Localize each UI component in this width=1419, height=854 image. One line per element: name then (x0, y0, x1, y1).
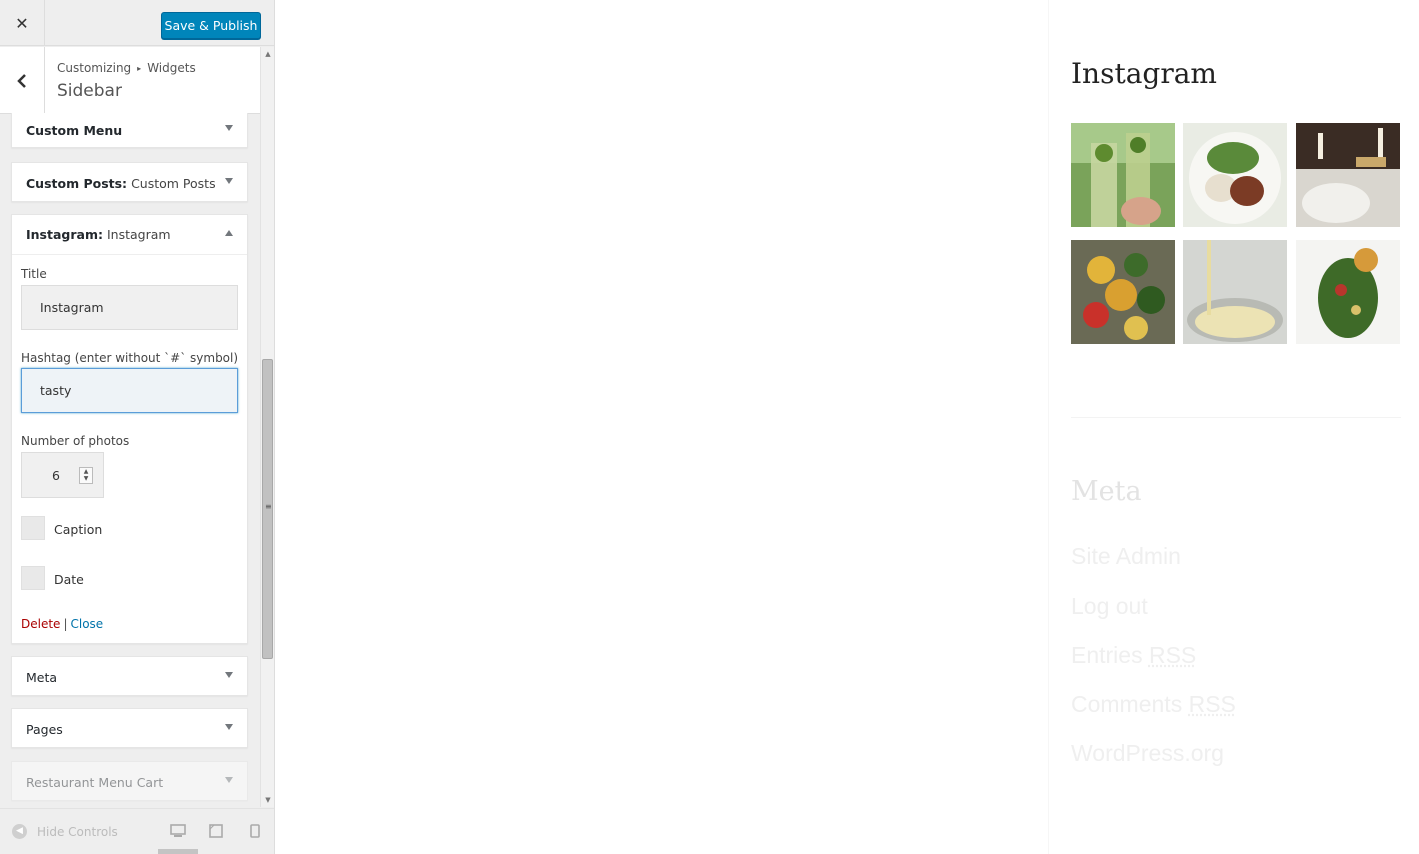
chevron-down-icon[interactable] (225, 178, 233, 184)
instagram-photo[interactable] (1296, 240, 1400, 344)
mobile-preview-icon[interactable] (250, 824, 260, 838)
meta-widget-title: Meta (1071, 476, 1142, 507)
widget-title: Instagram: (26, 227, 103, 242)
instagram-photo[interactable] (1183, 123, 1287, 227)
meta-link-log-out[interactable]: Log out (1071, 593, 1148, 620)
instagram-photo[interactable] (1183, 240, 1287, 344)
section-title: Sidebar (57, 81, 122, 101)
breadcrumb: Customizing ▸ Widgets (57, 61, 196, 75)
customizer-header: ✕ Save & Publish (0, 0, 274, 46)
widget-title: Custom Posts: (26, 175, 128, 191)
caption-label: Caption (54, 522, 103, 537)
delete-link[interactable]: Delete (21, 617, 60, 631)
chevron-down-icon[interactable] (225, 724, 233, 730)
widget-title: Meta (26, 669, 58, 685)
photos-count-input[interactable]: 6 ▲ ▼ (21, 452, 104, 498)
spinner-arrows-icon[interactable]: ▲ ▼ (79, 467, 93, 484)
photos-count-label: Number of photos (21, 434, 130, 448)
widget-title: Restaurant Menu Cart (26, 774, 164, 790)
tablet-preview-icon[interactable] (209, 824, 223, 838)
widget-restaurant-menu-cart[interactable]: Restaurant Menu Cart (11, 761, 248, 801)
meta-link-site-admin[interactable]: Site Admin (1071, 543, 1181, 570)
instagram-photo[interactable] (1296, 123, 1400, 227)
customizer-panel: ✕ Save & Publish Customizing ▸ Widgets Sid… (0, 0, 275, 854)
grip-icon: ≡ (265, 502, 272, 511)
date-checkbox[interactable] (21, 566, 45, 590)
meta-link-comments-rss[interactable]: Comments RSS (1071, 691, 1236, 718)
widget-header[interactable]: Instagram: Instagram (12, 215, 247, 255)
chevron-down-icon[interactable] (225, 672, 233, 678)
instagram-photo[interactable] (1071, 240, 1175, 344)
widget-pages[interactable]: Pages (11, 708, 248, 748)
close-link[interactable]: Close (70, 617, 103, 631)
scrollbar[interactable]: ▲ ≡ ▼ (260, 47, 274, 807)
close-customizer-button[interactable]: ✕ (0, 0, 45, 46)
save-publish-button[interactable]: Save & Publish (161, 12, 261, 39)
scroll-indicator (158, 849, 198, 854)
title-input[interactable]: Instagram (21, 285, 238, 330)
instagram-widget-title: Instagram (1071, 57, 1217, 90)
section-header: Customizing ▸ Widgets Sidebar (0, 47, 260, 114)
breadcrumb-separator-icon: ▸ (137, 64, 142, 73)
widget-subtitle: Custom Posts (131, 175, 216, 191)
widget-custom-menu[interactable]: Custom Menu (11, 113, 248, 148)
close-icon: ✕ (15, 13, 29, 33)
widget-title: Custom Menu (26, 123, 123, 138)
widget-title: Pages (26, 721, 63, 737)
instagram-photo[interactable] (1071, 123, 1175, 227)
action-separator: | (63, 617, 68, 631)
chevron-left-icon (17, 73, 26, 88)
widget-actions: Delete | Close (21, 617, 103, 631)
photos-count-value: 6 (52, 468, 60, 483)
breadcrumb-parent: Customizing (57, 61, 132, 75)
scrollbar-thumb[interactable]: ≡ (262, 359, 273, 659)
hashtag-label: Hashtag (enter without `#` symbol) (21, 351, 239, 365)
chevron-down-icon[interactable] (225, 125, 233, 131)
widget-header[interactable]: Restaurant Menu Cart (12, 762, 247, 802)
back-button[interactable] (0, 47, 45, 114)
date-label: Date (54, 572, 84, 587)
customizer-footer: ◀ Hide Controls (0, 808, 274, 854)
widget-instagram: Instagram: Instagram Title Instagram Has… (11, 214, 248, 644)
widget-header[interactable]: Pages (12, 709, 247, 749)
scroll-down-icon[interactable]: ▼ (261, 793, 274, 807)
chevron-up-icon[interactable] (225, 230, 233, 236)
widget-subtitle: Instagram (106, 227, 171, 242)
widget-divider (1071, 417, 1401, 418)
scroll-up-icon[interactable]: ▲ (261, 47, 274, 61)
chevron-down-icon[interactable] (225, 777, 233, 783)
widget-header[interactable]: Meta (12, 657, 247, 697)
widget-meta[interactable]: Meta (11, 656, 248, 696)
desktop-preview-icon[interactable] (170, 824, 186, 838)
title-label: Title (21, 267, 47, 281)
hashtag-input[interactable]: tasty (21, 368, 238, 413)
collapse-icon[interactable]: ◀ (12, 824, 27, 839)
caption-checkbox[interactable] (21, 516, 45, 540)
widget-header[interactable]: Custom Menu (12, 113, 247, 148)
meta-link-entries-rss[interactable]: Entries RSS (1071, 642, 1196, 669)
meta-link-wordpress[interactable]: WordPress.org (1071, 740, 1224, 767)
widget-header[interactable]: Custom Posts: Custom Posts (12, 163, 247, 203)
breadcrumb-child: Widgets (147, 61, 196, 75)
widget-custom-posts[interactable]: Custom Posts: Custom Posts (11, 162, 248, 202)
hide-controls-button[interactable]: Hide Controls (37, 825, 118, 839)
